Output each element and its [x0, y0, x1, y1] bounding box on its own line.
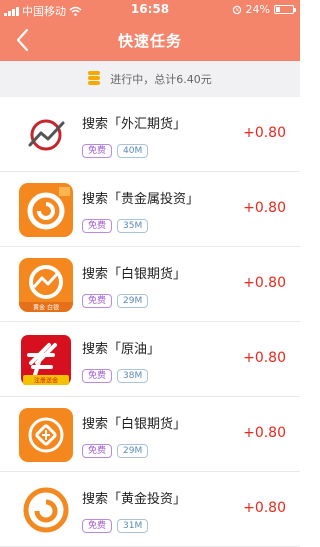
icon-caption: 注册送金: [34, 377, 58, 385]
size-badge: 38M: [117, 369, 149, 383]
task-title: 搜索「外汇期货」: [82, 117, 187, 132]
task-item[interactable]: 黄金 白银 搜索「白银期货」 免费 29M +0.80: [0, 247, 300, 322]
task-item[interactable]: 搜索「外汇期货」 免费 40M +0.80: [0, 97, 300, 172]
task-item[interactable]: 搜索「贵金属投资」 免费 35M +0.80: [0, 172, 300, 247]
free-badge: 免费: [82, 444, 113, 458]
task-title: 搜索「白银期货」: [82, 267, 187, 282]
summary-bar: 进行中，总计6.40元: [0, 61, 300, 97]
alarm-icon: [232, 5, 241, 14]
free-badge: 免费: [82, 219, 113, 233]
task-title: 搜索「黄金投资」: [82, 492, 187, 507]
task-item[interactable]: 注册送金 搜索「原油」 免费 38M +0.80: [0, 322, 300, 397]
task-title: 搜索「原油」: [82, 342, 161, 357]
battery-icon: [274, 5, 296, 14]
task-item[interactable]: 搜索「白银期货」 免费 29M +0.80: [0, 397, 300, 472]
size-badge: 29M: [117, 444, 149, 458]
free-badge: 免费: [82, 369, 113, 383]
nav-bar: 快速任务: [0, 20, 300, 61]
free-badge: 免费: [82, 519, 113, 533]
reward-amount: +0.80: [243, 200, 286, 216]
size-badge: 40M: [117, 144, 149, 158]
precious-metal-icon: [19, 183, 73, 237]
coins-icon: [88, 70, 101, 88]
reward-amount: +0.80: [243, 425, 286, 441]
free-badge: 免费: [82, 294, 113, 308]
summary-text: 进行中，总计6.40元: [110, 73, 212, 86]
header: 中国移动 16:58 24% 快速任务: [0, 0, 300, 61]
icon-caption: 黄金 白银: [33, 304, 59, 312]
reward-amount: +0.80: [243, 275, 286, 291]
battery-percent: 24%: [245, 3, 270, 16]
crude-oil-icon: 注册送金: [19, 333, 73, 387]
silver-futures-icon: 黄金 白银: [19, 258, 73, 312]
page-title: 快速任务: [117, 32, 182, 50]
size-badge: 35M: [117, 219, 149, 233]
size-badge: 31M: [117, 519, 149, 533]
task-item[interactable]: 搜索「黄金投资」 免费 31M +0.80: [0, 472, 300, 547]
free-badge: 免费: [82, 144, 113, 158]
task-title: 搜索「白银期货」: [82, 417, 187, 432]
gold-investment-icon: [19, 483, 73, 537]
reward-amount: +0.80: [243, 125, 286, 141]
reward-amount: +0.80: [243, 500, 286, 516]
forex-futures-icon: [19, 108, 73, 162]
size-badge: 29M: [117, 294, 149, 308]
task-title: 搜索「贵金属投资」: [82, 192, 200, 207]
silver-futures-icon: [19, 408, 73, 462]
reward-amount: +0.80: [243, 350, 286, 366]
status-bar: 中国移动 16:58 24%: [0, 0, 300, 20]
